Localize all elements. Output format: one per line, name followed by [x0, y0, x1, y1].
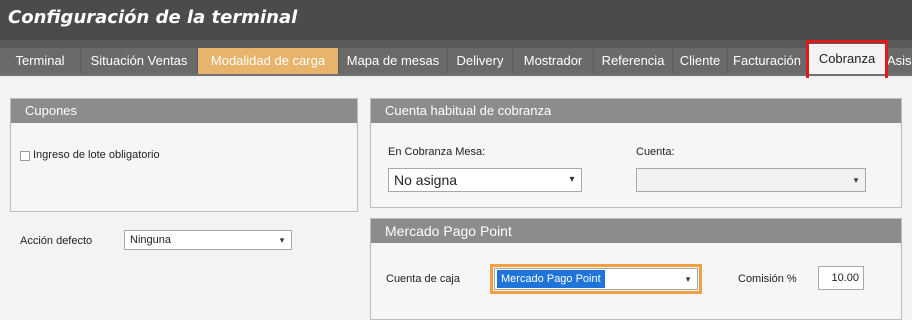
cobranza-mesa-value: No asigna	[394, 172, 458, 188]
cuenta-label: Cuenta:	[636, 146, 675, 158]
cuenta-select[interactable]: ▾	[636, 168, 866, 192]
accion-defecto-label: Acción defecto	[20, 235, 93, 247]
tab-facturacion[interactable]: Facturación	[728, 48, 806, 74]
window-title-bar: Configuración de la terminal	[0, 0, 912, 40]
chevron-down-icon: ▾	[685, 274, 691, 284]
chevron-down-icon: ▾	[569, 174, 575, 185]
cobranza-mesa-select[interactable]: No asigna ▾	[388, 168, 582, 192]
chevron-down-icon: ▾	[279, 235, 285, 245]
tab-cliente[interactable]: Cliente	[673, 48, 727, 74]
cupones-panel-title: Cupones	[11, 99, 357, 123]
comision-label: Comisión %	[738, 273, 797, 285]
chevron-down-icon: ▾	[853, 175, 859, 185]
cuenta-caja-select[interactable]: Mercado Pago Point ▾	[494, 268, 698, 290]
tab-situacion-ventas[interactable]: Situación Ventas	[81, 48, 197, 74]
lote-obligatorio-label: Ingreso de lote obligatorio	[33, 149, 160, 161]
tab-asis[interactable]: Asis	[887, 48, 912, 74]
tab-mostrador[interactable]: Mostrador	[513, 48, 593, 74]
accion-defecto-select[interactable]: Ninguna ▾	[124, 230, 292, 250]
tab-mapa-de-mesas[interactable]: Mapa de mesas	[339, 48, 447, 74]
mercado-pago-title: Mercado Pago Point	[371, 219, 901, 243]
comision-input[interactable]: 10.00	[818, 266, 864, 290]
tab-content: Cupones Ingreso de lote obligatorio Acci…	[0, 78, 912, 320]
tab-modalidad-de-carga[interactable]: Modalidad de carga	[198, 48, 338, 74]
cuenta-caja-label: Cuenta de caja	[386, 273, 460, 285]
tab-referencia[interactable]: Referencia	[594, 48, 672, 74]
tab-strip: Terminal Situación Ventas Modalidad de c…	[0, 40, 912, 76]
cuenta-habitual-title: Cuenta habitual de cobranza	[371, 99, 901, 123]
window-title: Configuración de la terminal	[8, 7, 298, 28]
cuenta-caja-value: Mercado Pago Point	[497, 270, 605, 288]
tab-terminal[interactable]: Terminal	[0, 48, 80, 74]
cobranza-mesa-label: En Cobranza Mesa:	[388, 146, 486, 158]
tab-delivery[interactable]: Delivery	[448, 48, 512, 74]
lote-obligatorio-checkbox[interactable]	[20, 151, 30, 161]
tab-cobranza[interactable]: Cobranza	[808, 44, 886, 74]
accion-defecto-value: Ninguna	[130, 234, 171, 246]
